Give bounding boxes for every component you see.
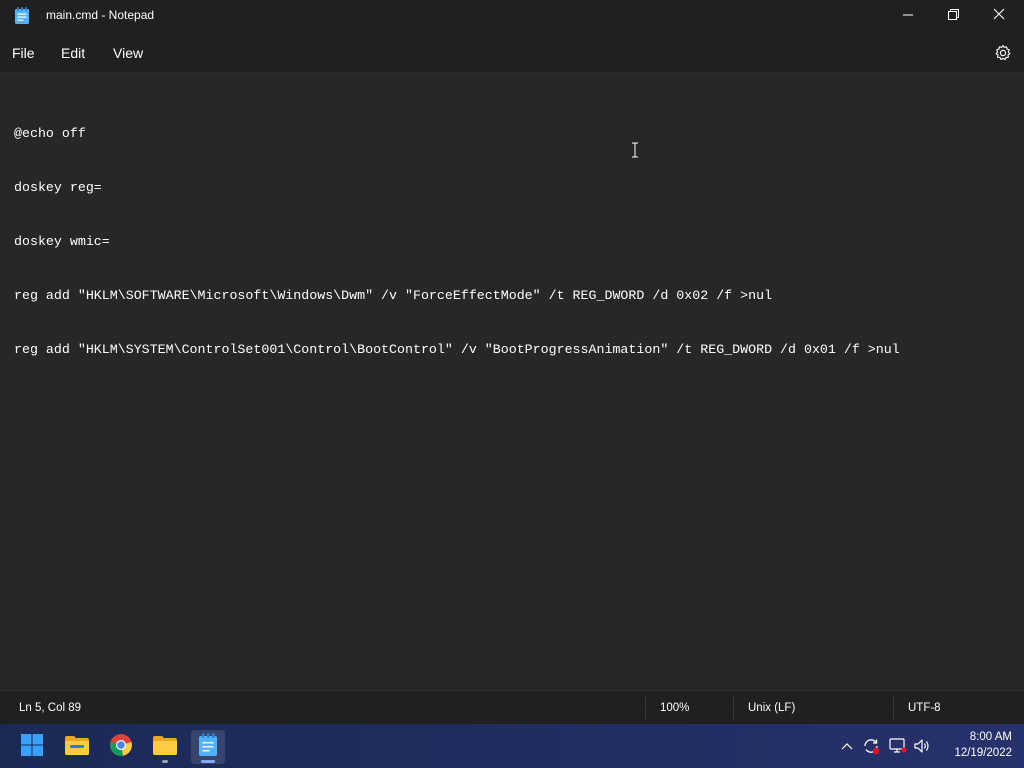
notepad-icon [14, 7, 30, 25]
menu-bar: File Edit View [0, 32, 1024, 72]
restore-icon [947, 7, 959, 25]
running-indicator [162, 760, 168, 763]
sync-icon[interactable] [861, 736, 881, 756]
notepad-taskbar-icon [198, 732, 218, 762]
taskbar-folder[interactable] [148, 730, 182, 764]
status-divider [893, 697, 894, 719]
start-button[interactable] [15, 730, 49, 764]
editor-line: doskey wmic= [14, 234, 110, 249]
settings-gear-icon[interactable] [994, 44, 1012, 62]
encoding: UTF-8 [908, 702, 941, 714]
clock-time: 8:00 AM [969, 731, 1012, 743]
active-indicator [201, 760, 215, 763]
title-bar: main.cmd - Notepad [0, 0, 1024, 32]
file-explorer-icon [64, 734, 90, 761]
minimize-button[interactable] [885, 0, 931, 32]
text-cursor-icon [631, 142, 639, 158]
windows-start-icon [20, 733, 44, 762]
restore-button[interactable] [930, 0, 976, 32]
show-hidden-icons-chevron-up-icon[interactable] [837, 736, 857, 756]
taskbar-clock[interactable]: 8:00 AM 12/19/2022 [938, 729, 1012, 761]
clock-date: 12/19/2022 [954, 747, 1012, 759]
network-icon[interactable] [888, 736, 908, 756]
close-button[interactable] [976, 0, 1022, 32]
taskbar-notepad[interactable] [191, 730, 225, 764]
editor-line: reg add "HKLM\SYSTEM\ControlSet001\Contr… [14, 342, 900, 357]
menu-file[interactable]: File [12, 45, 35, 61]
menu-view[interactable]: View [113, 45, 143, 61]
close-icon [993, 7, 1005, 25]
line-ending: Unix (LF) [748, 702, 796, 714]
status-bar: Ln 5, Col 89 100% Unix (LF) UTF-8 [0, 690, 1024, 724]
status-divider [733, 697, 734, 719]
taskbar-chrome[interactable] [104, 730, 138, 764]
cursor-position: Ln 5, Col 89 [19, 702, 82, 714]
folder-icon [152, 734, 178, 761]
menu-edit[interactable]: Edit [61, 45, 85, 61]
window-title: main.cmd - Notepad [46, 8, 155, 22]
editor-line: doskey reg= [14, 180, 102, 195]
taskbar: 8:00 AM 12/19/2022 [0, 724, 1024, 768]
editor-line: reg add "HKLM\SOFTWARE\Microsoft\Windows… [14, 288, 773, 303]
status-divider [645, 697, 646, 719]
zoom-level: 100% [660, 702, 690, 714]
editor-content[interactable]: @echo off doskey reg= doskey wmic= reg a… [14, 89, 900, 395]
chrome-icon [109, 733, 133, 762]
minimize-icon [903, 7, 913, 25]
text-editor-area[interactable]: @echo off doskey reg= doskey wmic= reg a… [0, 72, 1024, 690]
taskbar-file-explorer[interactable] [60, 730, 94, 764]
editor-line: @echo off [14, 126, 86, 141]
volume-icon[interactable] [912, 736, 932, 756]
